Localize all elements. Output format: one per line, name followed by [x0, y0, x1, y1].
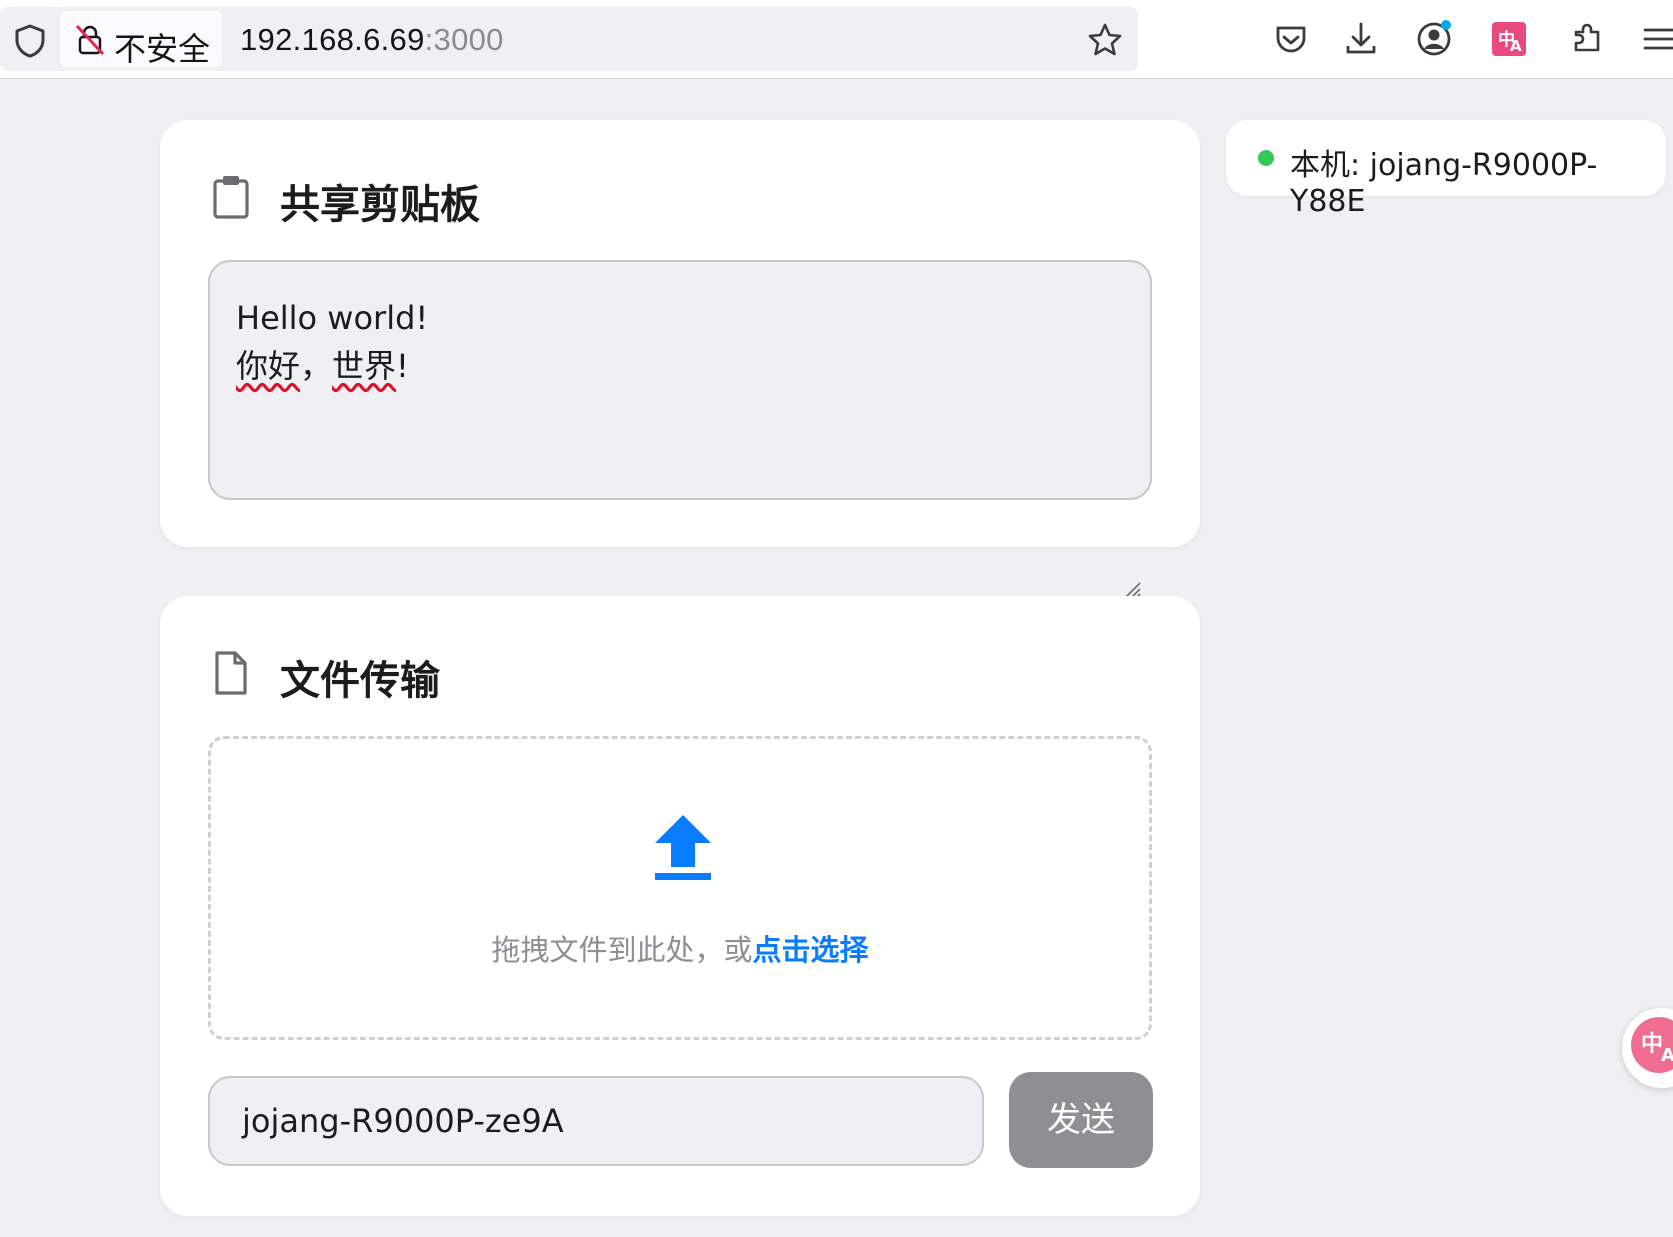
spellcheck-word: 世界: [332, 347, 397, 385]
translate-icon: 中 A: [1631, 1017, 1673, 1073]
translate-extension-icon[interactable]: 中 A: [1490, 20, 1528, 58]
connection-insecure-chip[interactable]: 不安全: [60, 11, 222, 68]
resize-handle-icon[interactable]: [1120, 470, 1142, 600]
target-device-select[interactable]: jojang-R9000P-ze9A: [208, 1076, 984, 1166]
clipboard-textarea[interactable]: Hello world! 你好，世界!: [208, 260, 1152, 600]
click-select-link[interactable]: 点击选择: [753, 933, 869, 967]
browser-toolbar: 不安全 192.168.6.69:3000 中 A: [0, 0, 1673, 79]
svg-text:A: A: [1510, 37, 1522, 55]
host-status-badge: 本机: jojang-R9000P-Y88E: [1226, 120, 1666, 219]
clipboard-text-segment: !: [396, 347, 409, 385]
svg-text:中: 中: [1641, 1032, 1663, 1057]
clipboard-icon: [212, 174, 250, 220]
shield-icon[interactable]: [12, 23, 48, 59]
file-icon: [212, 650, 250, 696]
extensions-puzzle-icon[interactable]: [1568, 20, 1606, 58]
file-transfer-title: 文件传输: [280, 658, 440, 704]
downloads-icon[interactable]: [1342, 20, 1380, 58]
pocket-icon[interactable]: [1272, 20, 1310, 58]
account-icon[interactable]: [1415, 20, 1453, 58]
hamburger-menu-icon[interactable]: [1640, 20, 1673, 58]
clipboard-text-segment: ，: [300, 347, 333, 385]
insecure-lock-icon: [74, 23, 106, 56]
host-name-label: 本机: jojang-R9000P-Y88E: [1290, 148, 1598, 219]
send-button[interactable]: 发送: [1009, 1072, 1153, 1168]
online-status-dot: [1258, 150, 1274, 166]
file-dropzone[interactable]: 拖拽文件到此处，或点击选择: [208, 736, 1152, 1040]
floating-translate-button[interactable]: 中 A: [1622, 1008, 1673, 1088]
clipboard-card: 共享剪贴板 Hello world! 你好，世界!: [160, 120, 1200, 600]
url-bar[interactable]: 不安全 192.168.6.69:3000: [0, 7, 1138, 71]
bookmark-star-icon[interactable]: [1086, 21, 1124, 59]
clipboard-line-1: Hello world!: [236, 299, 429, 337]
clipboard-line-2: 你好，世界!: [236, 342, 1124, 390]
url-port: :3000: [424, 22, 504, 57]
url-text[interactable]: 192.168.6.69:3000: [240, 22, 504, 58]
clipboard-title: 共享剪贴板: [280, 182, 480, 228]
url-host: 192.168.6.69: [240, 22, 425, 57]
drop-prompt-text: 拖拽文件到此处，或: [491, 933, 753, 967]
file-transfer-card: 文件传输 拖拽文件到此处，或点击选择 jojang-R9000P-ze9A 发送: [160, 596, 1200, 1216]
drop-prompt: 拖拽文件到此处，或点击选择: [211, 927, 1149, 969]
spellcheck-word: 你好: [236, 347, 301, 385]
security-label: 不安全: [114, 30, 211, 68]
svg-text:A: A: [1661, 1045, 1673, 1066]
upload-icon: [653, 811, 713, 883]
